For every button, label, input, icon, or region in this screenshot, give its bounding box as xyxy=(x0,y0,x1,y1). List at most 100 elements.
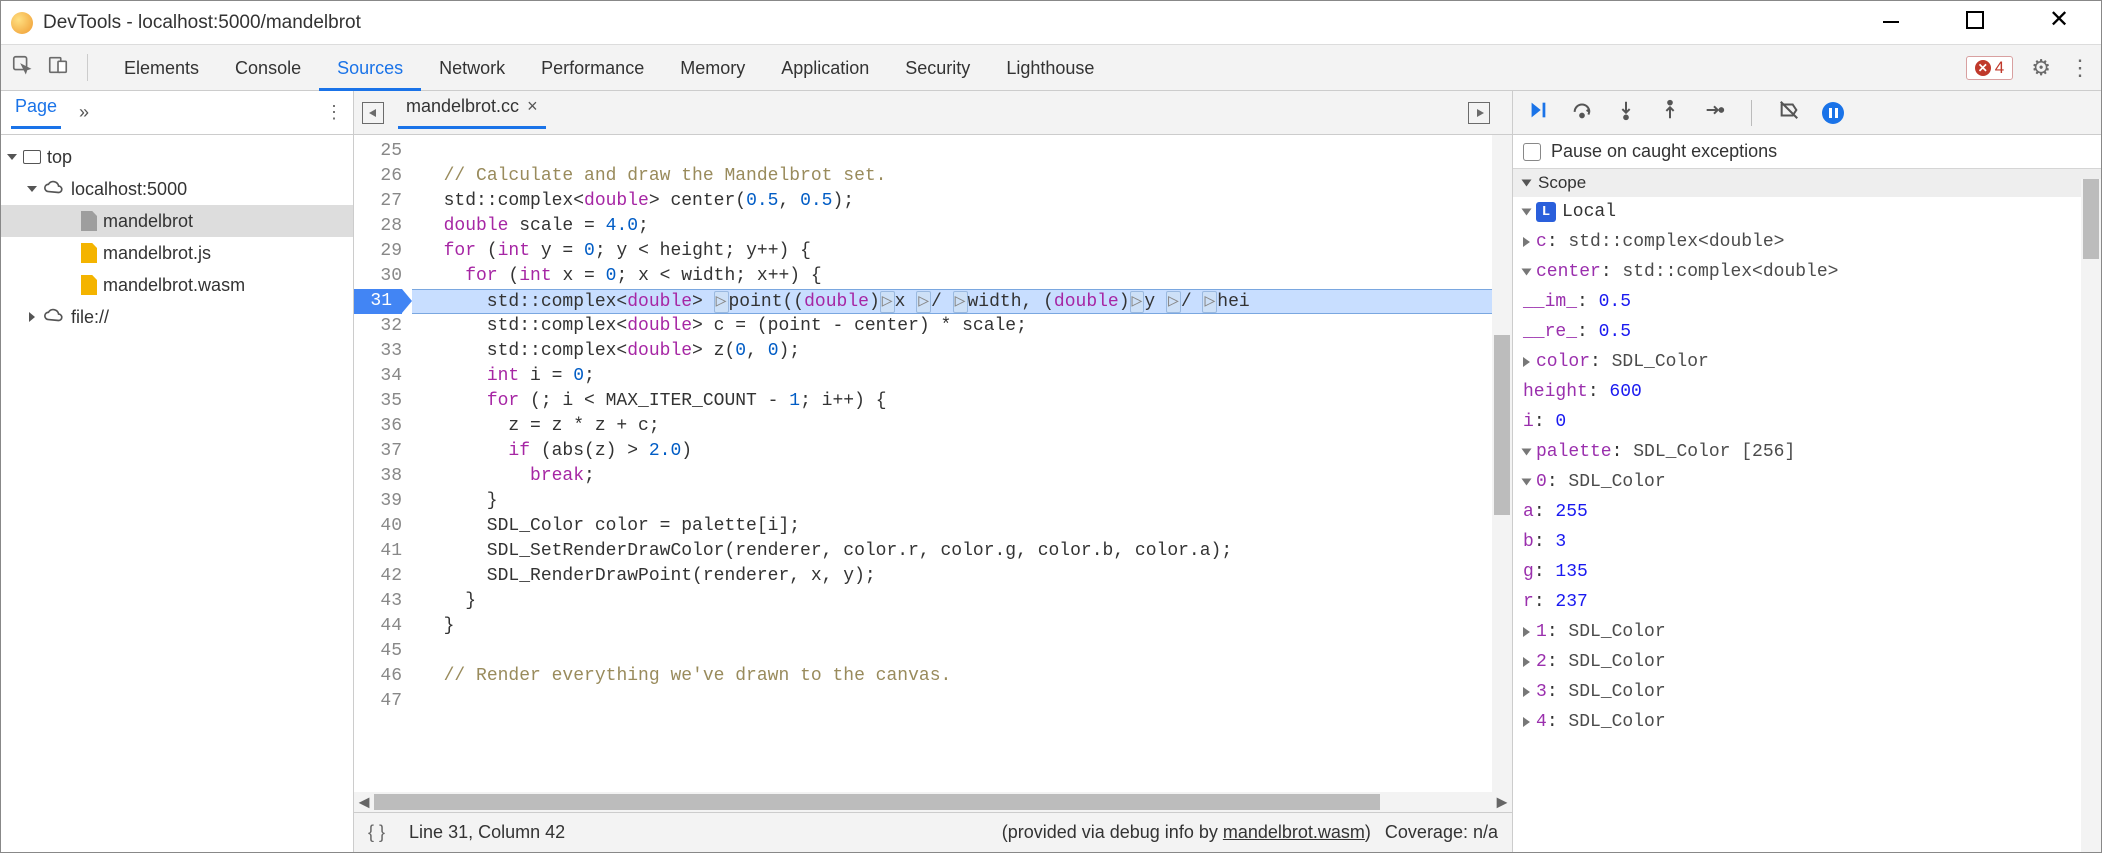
var-row[interactable]: center: std::complex<double> xyxy=(1513,257,2101,287)
pause-on-caught-checkbox[interactable] xyxy=(1523,143,1541,161)
debugger-panel: Pause on caught exceptions Scope LLocal … xyxy=(1513,91,2101,852)
step-icon[interactable] xyxy=(1703,99,1725,126)
line-gutter[interactable]: 2526272829303132333435363738394041424344… xyxy=(354,135,412,792)
var-row[interactable]: 2: SDL_Color xyxy=(1513,647,2101,677)
inspect-element-icon[interactable] xyxy=(11,54,33,81)
var-row[interactable]: c: std::complex<double> xyxy=(1513,227,2101,257)
scroll-right-arrow-icon[interactable]: ► xyxy=(1492,792,1512,813)
tab-console[interactable]: Console xyxy=(217,45,319,91)
maximize-button[interactable] xyxy=(1953,11,1997,34)
step-out-icon[interactable] xyxy=(1659,99,1681,126)
cloud-icon xyxy=(43,307,65,328)
tree-label: top xyxy=(47,147,72,168)
settings-gear-icon[interactable]: ⚙ xyxy=(2031,55,2051,81)
pretty-print-icon[interactable]: { } xyxy=(368,822,385,843)
scrollbar-thumb[interactable] xyxy=(374,794,1380,810)
device-toolbar-icon[interactable] xyxy=(47,54,69,81)
tab-lighthouse[interactable]: Lighthouse xyxy=(988,45,1112,91)
resume-icon[interactable] xyxy=(1527,99,1549,126)
step-over-icon[interactable] xyxy=(1571,99,1593,126)
tree-file-scheme[interactable]: file:// xyxy=(1,301,353,333)
nav-forward-icon[interactable] xyxy=(1468,102,1490,124)
var-row[interactable]: i: 0 xyxy=(1513,407,2101,437)
var-row[interactable]: 4: SDL_Color xyxy=(1513,707,2101,737)
editor-vertical-scrollbar[interactable] xyxy=(1492,135,1512,792)
debug-toolbar xyxy=(1513,91,2101,135)
tree-file-mandelbrot[interactable]: mandelbrot xyxy=(1,205,353,237)
sidebar-more-icon[interactable]: ⋮ xyxy=(325,102,343,123)
tree-top[interactable]: top xyxy=(1,141,353,173)
var-row[interactable]: 1: SDL_Color xyxy=(1513,617,2101,647)
expand-triangle-icon[interactable] xyxy=(1522,180,1532,187)
tree-label: localhost:5000 xyxy=(71,179,187,200)
debug-info-link[interactable]: mandelbrot.wasm xyxy=(1223,822,1365,842)
tree-file-mandelbrot-js[interactable]: mandelbrot.js xyxy=(1,237,353,269)
js-file-icon xyxy=(81,243,97,263)
var-row[interactable]: __re_: 0.5 xyxy=(1513,317,2101,347)
page-tab[interactable]: Page xyxy=(11,96,61,129)
tree-label: mandelbrot.js xyxy=(103,243,211,264)
scroll-left-arrow-icon[interactable]: ◄ xyxy=(354,792,374,813)
close-tab-icon[interactable]: × xyxy=(527,96,538,117)
expand-triangle-icon[interactable] xyxy=(27,186,37,192)
tab-memory[interactable]: Memory xyxy=(662,45,763,91)
nav-back-icon[interactable] xyxy=(362,102,384,124)
pause-state-icon[interactable] xyxy=(1822,102,1844,124)
scope-tree[interactable]: LLocal c: std::complex<double> center: s… xyxy=(1513,197,2101,852)
scope-header[interactable]: Scope xyxy=(1513,169,2101,197)
tree-label: mandelbrot xyxy=(103,211,193,232)
opened-file-tab[interactable]: mandelbrot.cc × xyxy=(398,96,546,129)
scope-header-label: Scope xyxy=(1538,173,1586,193)
devtools-app-icon xyxy=(11,12,33,34)
var-row[interactable]: g: 135 xyxy=(1513,557,2101,587)
tab-application[interactable]: Application xyxy=(763,45,887,91)
tab-elements[interactable]: Elements xyxy=(106,45,217,91)
cloud-icon xyxy=(43,179,65,200)
file-tree: top localhost:5000 mandelbrot mandelbrot… xyxy=(1,135,353,339)
cursor-position: Line 31, Column 42 xyxy=(409,822,565,843)
pause-on-caught-label: Pause on caught exceptions xyxy=(1551,141,1777,162)
editor-horizontal-scrollbar[interactable]: ◄ ► xyxy=(354,792,1512,812)
minimize-button[interactable] xyxy=(1869,11,1913,34)
deactivate-breakpoints-icon[interactable] xyxy=(1778,99,1800,126)
var-row[interactable]: r: 237 xyxy=(1513,587,2101,617)
main-area: Page » ⋮ top localhost:5000 mandelbrot m… xyxy=(1,91,2101,852)
tab-performance[interactable]: Performance xyxy=(523,45,662,91)
devtools-tabbar: Elements Console Sources Network Perform… xyxy=(1,45,2101,91)
expand-triangle-icon[interactable] xyxy=(7,154,17,160)
var-row[interactable]: color: SDL_Color xyxy=(1513,347,2101,377)
code-lines[interactable]: // Calculate and draw the Mandelbrot set… xyxy=(412,135,1512,792)
pause-on-caught-row[interactable]: Pause on caught exceptions xyxy=(1513,135,2101,168)
tab-sources[interactable]: Sources xyxy=(319,45,421,91)
error-count-badge[interactable]: ✕4 xyxy=(1966,56,2013,80)
editor-statusbar: { } Line 31, Column 42 (provided via deb… xyxy=(354,812,1512,852)
var-row[interactable]: __im_: 0.5 xyxy=(1513,287,2101,317)
step-into-icon[interactable] xyxy=(1615,99,1637,126)
var-row[interactable]: 0: SDL_Color xyxy=(1513,467,2101,497)
var-row[interactable]: b: 3 xyxy=(1513,527,2101,557)
var-row[interactable]: 3: SDL_Color xyxy=(1513,677,2101,707)
var-row[interactable]: height: 600 xyxy=(1513,377,2101,407)
tab-network[interactable]: Network xyxy=(421,45,523,91)
var-row[interactable]: a: 255 xyxy=(1513,497,2101,527)
window-frame-icon xyxy=(23,150,41,164)
var-row[interactable]: palette: SDL_Color [256] xyxy=(1513,437,2101,467)
file-icon xyxy=(81,211,97,231)
editor-tabbar: mandelbrot.cc × xyxy=(354,91,1512,135)
more-tabs-chevron-icon[interactable]: » xyxy=(79,102,89,123)
scrollbar-thumb[interactable] xyxy=(1494,335,1510,515)
tab-security[interactable]: Security xyxy=(887,45,988,91)
debugger-vertical-scrollbar[interactable] xyxy=(2081,179,2101,852)
scope-local-row[interactable]: LLocal xyxy=(1513,197,2101,227)
scrollbar-thumb[interactable] xyxy=(2083,179,2099,259)
editor-panel: mandelbrot.cc × 252627282930313233343536… xyxy=(354,91,1513,852)
close-button[interactable]: ✕ xyxy=(2037,11,2081,34)
coverage-status: Coverage: n/a xyxy=(1385,822,1498,843)
code-area[interactable]: 2526272829303132333435363738394041424344… xyxy=(354,135,1512,792)
window-title: DevTools - localhost:5000/mandelbrot xyxy=(43,12,361,34)
tree-host[interactable]: localhost:5000 xyxy=(1,173,353,205)
tree-file-mandelbrot-wasm[interactable]: mandelbrot.wasm xyxy=(1,269,353,301)
titlebar: DevTools - localhost:5000/mandelbrot ✕ xyxy=(1,1,2101,45)
more-menu-icon[interactable]: ⋮ xyxy=(2069,55,2091,81)
expand-triangle-icon[interactable] xyxy=(29,312,35,322)
